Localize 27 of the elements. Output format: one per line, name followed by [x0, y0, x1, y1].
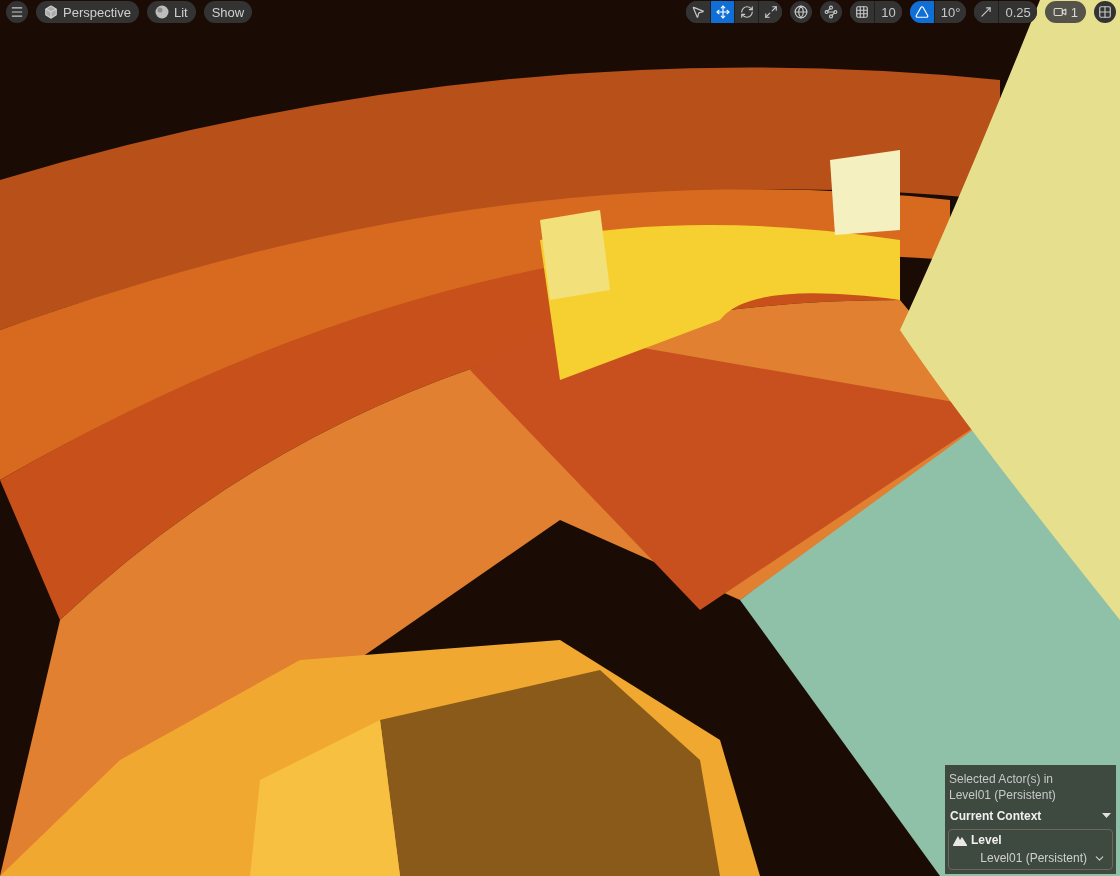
level-dropdown[interactable]: Level01 (Persistent)	[953, 851, 1106, 865]
level-label: Level	[971, 833, 1002, 847]
expand-icon	[763, 5, 778, 19]
lighting-mode-button[interactable]: Lit	[146, 1, 196, 23]
diagonal-arrow-icon	[979, 5, 994, 19]
triangle-icon	[914, 5, 929, 19]
cube-icon	[44, 5, 58, 19]
scale-tool-button[interactable]	[758, 1, 783, 23]
cursor-icon	[691, 5, 706, 19]
menu-icon	[10, 5, 24, 19]
camera-icon	[1052, 5, 1067, 19]
globe-icon	[794, 5, 809, 19]
move-icon	[715, 5, 730, 19]
grid-icon	[855, 5, 870, 19]
mountain-icon	[953, 834, 967, 846]
move-tool-button[interactable]	[710, 1, 735, 23]
scale-snap-value[interactable]: 0.25	[998, 1, 1037, 23]
layout-icon	[1098, 5, 1112, 19]
context-header[interactable]: Current Context	[948, 807, 1113, 825]
nodes-icon	[824, 5, 839, 19]
caret-icon	[1102, 813, 1111, 819]
show-button[interactable]: Show	[203, 1, 253, 23]
rotate-icon	[739, 5, 754, 19]
selection-info: Selected Actor(s) in Level01 (Persistent)	[948, 771, 1057, 803]
sphere-icon	[154, 5, 169, 19]
grid-snap-value[interactable]: 10	[874, 1, 902, 23]
view-mode-button[interactable]: Perspective	[36, 1, 139, 23]
